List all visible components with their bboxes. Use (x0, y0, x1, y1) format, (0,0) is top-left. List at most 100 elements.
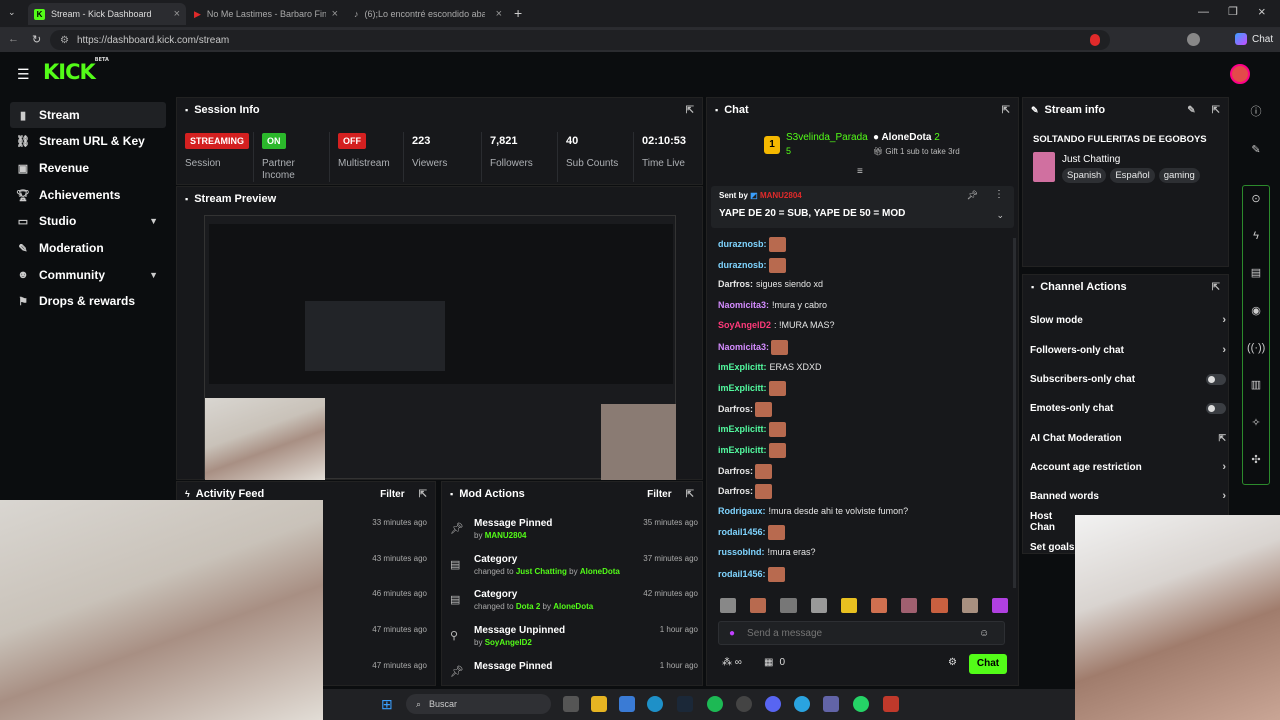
chat-username[interactable]: rodail1456: (718, 527, 766, 537)
tag[interactable]: Español (1110, 168, 1155, 183)
chat-username[interactable]: russobInd: (718, 547, 765, 557)
popout-icon[interactable]: ⇱ (686, 489, 694, 500)
popout-icon[interactable]: ⇱ (686, 105, 694, 116)
close-tab-icon[interactable]: × (496, 8, 502, 20)
copilot-chat-button[interactable]: Chat (1235, 33, 1273, 45)
chat-username[interactable]: rodail1456: (718, 569, 766, 579)
chat-username[interactable]: imExplicitt: (718, 445, 767, 455)
sidebar-item-achievements[interactable]: 🏆︎ Achievements (10, 182, 166, 208)
popout-icon[interactable]: ⇱ (1212, 105, 1220, 116)
emote-button[interactable] (810, 598, 827, 613)
emote-button[interactable] (991, 598, 1009, 613)
steam-icon[interactable] (677, 696, 693, 712)
chat-username[interactable]: imExplicitt: (718, 362, 767, 372)
stream-preview-video[interactable] (204, 215, 676, 480)
maximize-icon[interactable]: ❐ (1228, 5, 1238, 18)
back-icon[interactable]: ← (8, 33, 19, 45)
store-icon[interactable] (619, 696, 635, 712)
ai-moderation-row[interactable]: AI Chat Moderation ⇱ (1030, 426, 1226, 450)
gift-counter[interactable]: ▦ 0 (764, 657, 785, 668)
chat-username[interactable]: imExplicitt: (718, 383, 767, 393)
emotes-only-toggle[interactable] (1206, 402, 1226, 414)
chat-username[interactable]: Darfros: (718, 466, 753, 476)
document-icon[interactable]: ▤ (1247, 264, 1265, 282)
telegram-icon[interactable] (794, 696, 810, 712)
close-window-icon[interactable]: × (1258, 4, 1266, 19)
chat-username[interactable]: duraznosb: (718, 239, 767, 249)
chat-scrollbar[interactable] (1013, 238, 1016, 588)
emote-button[interactable] (931, 598, 948, 613)
close-tab-icon[interactable]: × (332, 8, 338, 20)
taskbar-search[interactable]: ⌕ Buscar (406, 694, 551, 714)
chat-username[interactable]: Darfros: (718, 486, 753, 496)
popout-icon[interactable]: ⇱ (1002, 105, 1010, 116)
chat-bubble-icon[interactable]: ◉ (1247, 302, 1265, 320)
file-explorer-icon[interactable] (591, 696, 607, 712)
reload-icon[interactable]: ↻ (32, 33, 41, 46)
tag[interactable]: gaming (1158, 168, 1200, 183)
chat-username[interactable]: imExplicitt: (718, 424, 767, 434)
emote-button[interactable] (871, 598, 888, 613)
top-gifter-name[interactable]: S3velinda_Parada (786, 132, 868, 143)
mod-user[interactable]: MANU2804 (485, 531, 527, 540)
mod-user[interactable]: SoyAngelD2 (485, 638, 532, 647)
windows-start-icon[interactable]: ⊞ (381, 696, 397, 712)
emoji-icon[interactable]: ☺ (979, 628, 989, 639)
popout-icon[interactable]: ⇱ (1212, 282, 1220, 293)
puzzle-icon[interactable]: ✣ (1247, 451, 1265, 469)
chat-message-field[interactable] (747, 627, 968, 639)
subscribers-only-toggle[interactable] (1206, 373, 1226, 385)
close-tab-icon[interactable]: × (174, 8, 180, 20)
emote-button[interactable] (901, 598, 918, 613)
emote-button[interactable] (780, 598, 797, 613)
minimize-icon[interactable]: — (1198, 6, 1209, 18)
chat-username[interactable]: duraznosb: (718, 260, 767, 270)
kick-logo[interactable]: KICKBETA (43, 57, 109, 84)
chat-username[interactable]: SoyAngelD2 (718, 320, 771, 330)
pin-icon[interactable]: 📌︎ (967, 190, 978, 201)
emote-button[interactable] (840, 598, 858, 613)
chat-username[interactable]: Darfros: (718, 279, 753, 289)
host-channel-row[interactable]: Host Chan (1030, 510, 1074, 534)
followers-only-row[interactable]: Followers-only chat › (1030, 338, 1226, 362)
whatsapp-icon[interactable] (853, 696, 869, 712)
obs-icon[interactable] (736, 696, 752, 712)
category-name[interactable]: Just Chatting (516, 567, 567, 576)
task-view-icon[interactable] (563, 696, 579, 712)
chat-settings-icon[interactable]: ⚙ (948, 657, 957, 668)
users-icon[interactable]: ⁂ ∞ (722, 657, 742, 668)
tab-kick-dashboard[interactable]: K Stream - Kick Dashboard × (28, 3, 186, 25)
app-icon[interactable] (883, 696, 899, 712)
sidebar-item-studio[interactable]: ▭ Studio ▼ (10, 208, 166, 234)
tab-youtube[interactable]: ▶ No Me Lastimes - Barbaro Fines y × (188, 3, 344, 25)
sidebar-item-moderation[interactable]: ✎ Moderation (10, 235, 166, 261)
chevron-down-icon[interactable]: ⌄ (996, 210, 1004, 221)
tab-list-icon[interactable]: ⌄ (8, 7, 16, 18)
chat-username[interactable]: Rodrigaux: (718, 506, 766, 516)
emote-button[interactable] (961, 598, 978, 613)
chat-username[interactable]: Naomicita3: (718, 342, 769, 352)
sidebar-item-stream[interactable]: ▮ Stream (10, 102, 166, 128)
site-info-icon[interactable]: ⚙ (60, 35, 69, 46)
tag[interactable]: Spanish (1062, 168, 1107, 183)
emote-button[interactable] (750, 598, 767, 613)
pencil-icon[interactable]: ✎ (1247, 141, 1265, 159)
mod-user[interactable]: AloneDota (553, 602, 593, 611)
emote-button[interactable] (720, 598, 737, 613)
bolt-icon[interactable]: ϟ (1247, 227, 1265, 245)
chat-send-button[interactable]: Chat (969, 654, 1007, 674)
filter-button[interactable]: Filter (647, 489, 671, 500)
broadcast-icon[interactable]: ((·)) (1247, 339, 1265, 357)
new-tab-icon[interactable]: + (514, 5, 522, 21)
chat-username[interactable]: Darfros: (718, 404, 753, 414)
hamburger-menu-icon[interactable]: ☰ (17, 66, 30, 83)
wrench-icon[interactable]: ✧ (1247, 414, 1265, 432)
spotify-icon[interactable] (707, 696, 723, 712)
edit-stream-info-icon[interactable]: ✎ (1187, 105, 1195, 116)
category-name[interactable]: Dota 2 (516, 602, 540, 611)
profile-avatar-icon[interactable] (1187, 33, 1200, 46)
teams-icon[interactable] (823, 696, 839, 712)
info-icon[interactable]: ⓘ (1247, 103, 1265, 121)
sidebar-item-stream-url-key[interactable]: ⛓ Stream URL & Key (10, 128, 166, 154)
chat-username[interactable]: Naomicita3: (718, 300, 769, 310)
